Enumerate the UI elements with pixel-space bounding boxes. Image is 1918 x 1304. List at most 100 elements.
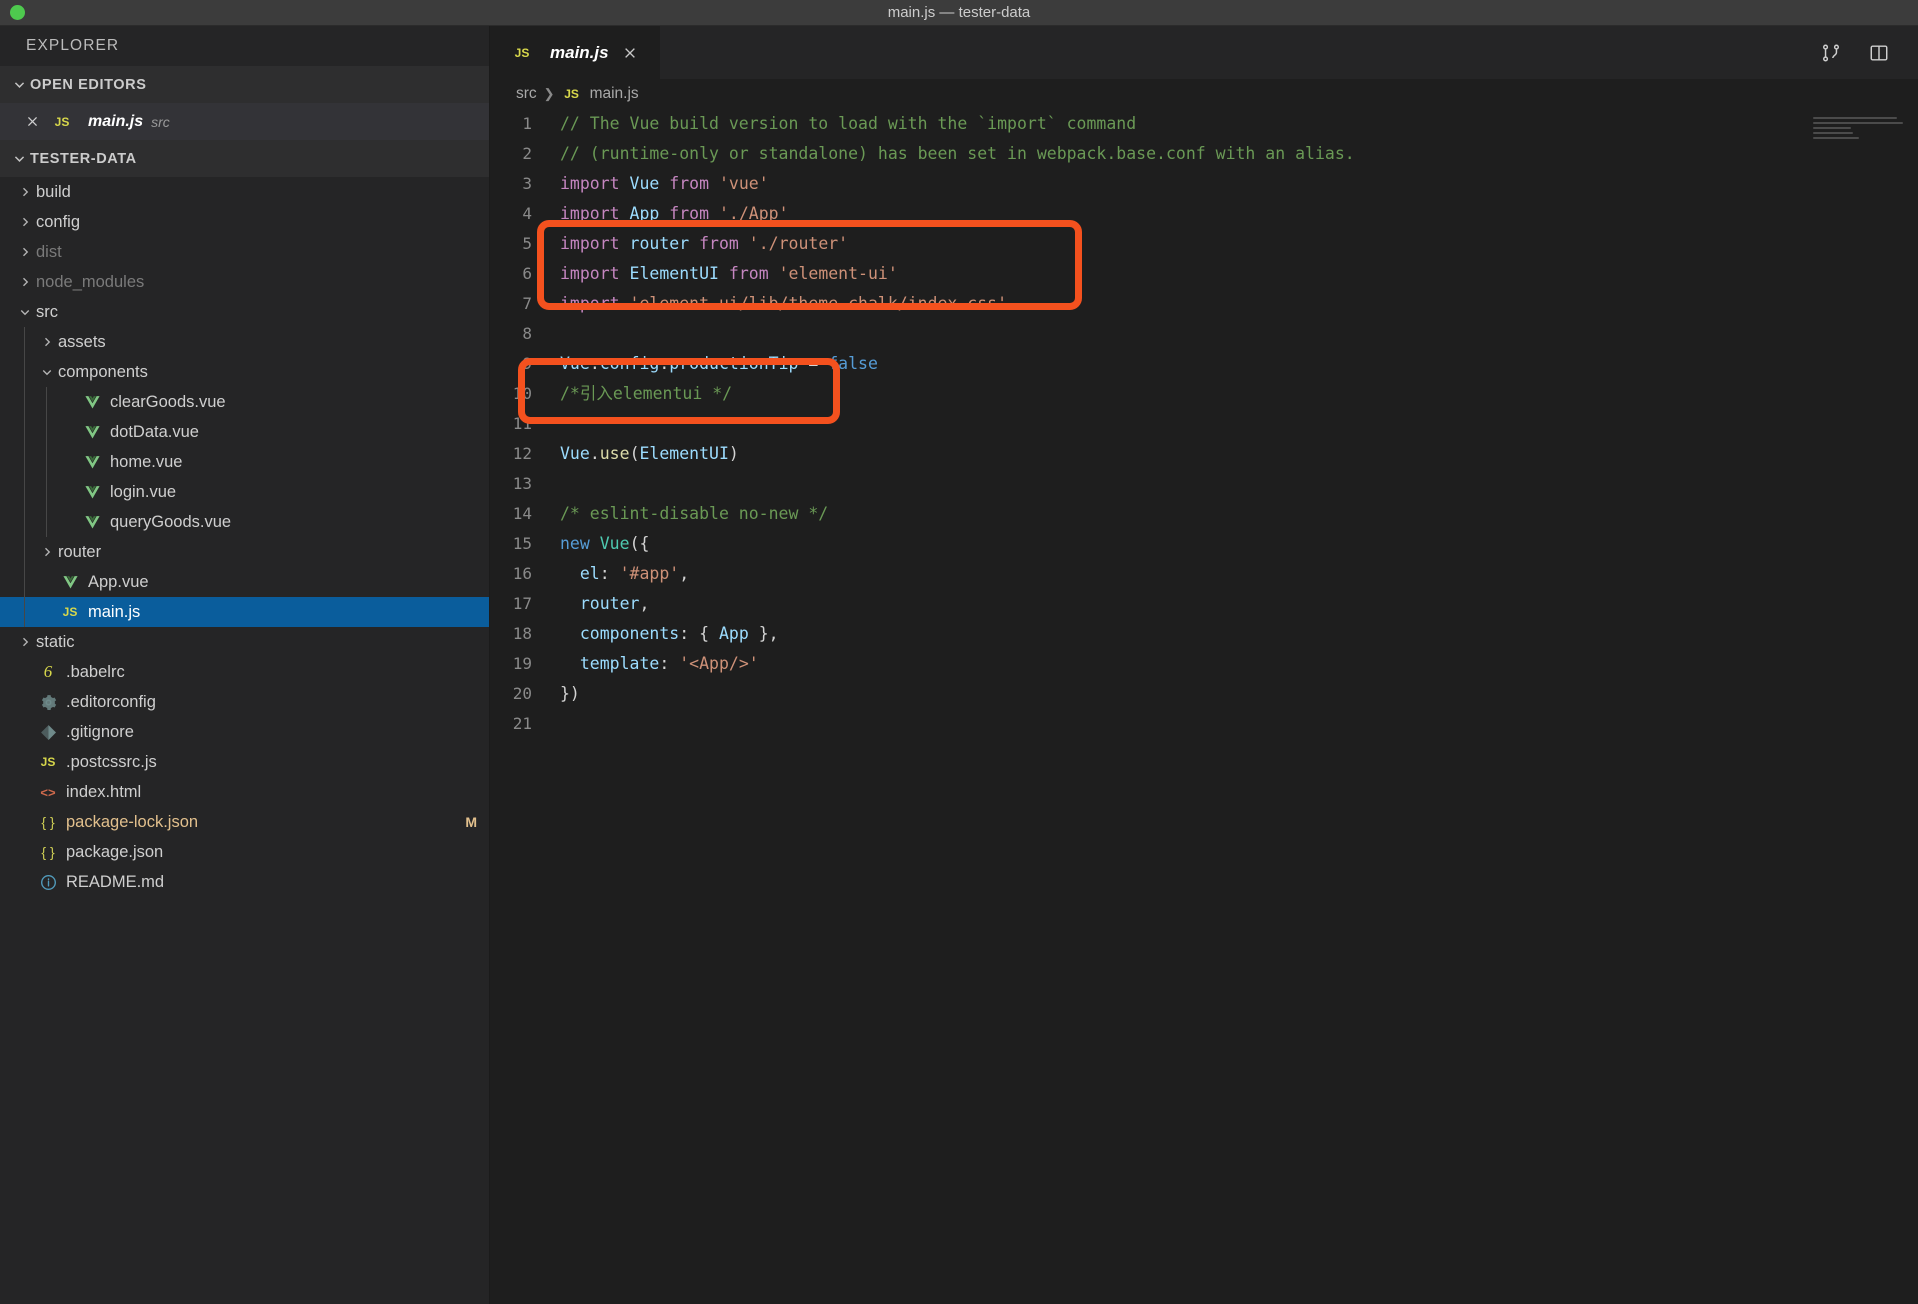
tree-folder-assets[interactable]: assets (0, 327, 489, 357)
tree-item-label: dotData.vue (110, 422, 199, 441)
tree-folder-dist[interactable]: dist (0, 237, 489, 267)
line-number: 18 (512, 624, 532, 643)
code-line: 5 import router from './router' (490, 229, 1918, 259)
tree-item-label: login.vue (110, 482, 177, 501)
maximize-window-button[interactable] (10, 5, 25, 20)
tree-folder-router[interactable]: router (0, 537, 489, 567)
indent-guide (24, 567, 25, 597)
tree-file-editorconfig[interactable]: .editorconfig (0, 687, 489, 717)
code-line: 14 /* eslint-disable no-new */ (490, 499, 1918, 529)
code-line: 18 components: { App }, (490, 619, 1918, 649)
line-content: // The Vue build version to load with th… (560, 114, 1137, 133)
line-content: import Vue from 'vue' (560, 174, 769, 193)
indent-guide (24, 417, 25, 447)
tree-folder-config[interactable]: config (0, 207, 489, 237)
tree-folder-build[interactable]: build (0, 177, 489, 207)
close-icon[interactable] (22, 112, 42, 132)
tree-item-label: build (36, 182, 71, 201)
close-icon[interactable] (619, 42, 641, 64)
js-icon: JS (514, 45, 530, 60)
js-icon: JS (54, 114, 70, 129)
section-workspace-root[interactable]: TESTER-DATA (0, 140, 489, 177)
line-number: 3 (522, 174, 532, 193)
tree-item-label: .editorconfig (66, 692, 156, 711)
line-number: 12 (512, 444, 532, 463)
tree-item-label: router (58, 542, 102, 561)
chevron-right-icon (14, 186, 36, 198)
open-editor-name: main.js (88, 112, 144, 130)
tree-file-index-html[interactable]: <> index.html (0, 777, 489, 807)
tree-folder-src[interactable]: src (0, 297, 489, 327)
line-number: 14 (512, 504, 532, 523)
tree-file-package-json[interactable]: { } package.json (0, 837, 489, 867)
line-content: /*引入elementui */ (560, 384, 733, 403)
open-editor-item-main-js[interactable]: JS main.js src (0, 103, 489, 140)
tree-file-home-vue[interactable]: home.vue (0, 447, 489, 477)
tree-file-readme-md[interactable]: README.md (0, 867, 489, 897)
code-editor[interactable]: 1 // The Vue build version to load with t… (490, 109, 1918, 1304)
section-open-editors[interactable]: OPEN EDITORS (0, 66, 489, 103)
line-content: Vue.config.productionTip = false (560, 354, 878, 373)
breadcrumb: src ❯ JS main.js (490, 79, 1918, 109)
code-line: 7 import 'element-ui/lib/theme-chalk/inde… (490, 289, 1918, 319)
open-editor-dir: src (151, 113, 170, 130)
line-number: 7 (522, 294, 532, 313)
breadcrumb-item-main-js[interactable]: JS main.js (562, 85, 638, 103)
code-line: 4 import App from './App' (490, 199, 1918, 229)
tree-item-label: .postcssrc.js (66, 752, 157, 771)
tree-file-main-js[interactable]: JS main.js (0, 597, 489, 627)
tree-item-label: .babelrc (66, 662, 125, 681)
breadcrumb-label: src (516, 85, 537, 102)
tree-file-app-vue[interactable]: App.vue (0, 567, 489, 597)
tree-file-package-lock-json[interactable]: { } package-lock.json M (0, 807, 489, 837)
tab-main-js[interactable]: JS main.js (490, 26, 660, 79)
tree-file-dotdata-vue[interactable]: dotData.vue (0, 417, 489, 447)
indent-guide (24, 597, 25, 627)
open-editors-list: JS main.js src (0, 103, 489, 140)
js-icon: JS (564, 87, 579, 101)
line-number: 16 (512, 564, 532, 583)
tree-file-gitignore[interactable]: .gitignore (0, 717, 489, 747)
tree-folder-components[interactable]: components (0, 357, 489, 387)
vue-icon (80, 394, 104, 411)
markdown-icon (36, 874, 60, 891)
tree-item-label: static (36, 632, 75, 651)
tree-file-babelrc[interactable]: 6 .babelrc (0, 657, 489, 687)
code-line: 17 router, (490, 589, 1918, 619)
tree-folder-node-modules[interactable]: node_modules (0, 267, 489, 297)
line-number: 6 (522, 264, 532, 283)
minimap[interactable] (1813, 117, 1908, 157)
line-number: 11 (512, 414, 532, 433)
tree-file-querygoods-vue[interactable]: queryGoods.vue (0, 507, 489, 537)
tree-file-cleargoods-vue[interactable]: clearGoods.vue (0, 387, 489, 417)
workbench: EXPLORER OPEN EDITORS JS main.js src TES… (0, 26, 1918, 1304)
tree-folder-static[interactable]: static (0, 627, 489, 657)
code-line: 11 (490, 409, 1918, 439)
line-number: 5 (522, 234, 532, 253)
line-content: new Vue({ (560, 534, 650, 553)
split-editor-icon[interactable] (1866, 40, 1892, 66)
code-line: 15 new Vue({ (490, 529, 1918, 559)
tree-item-label: queryGoods.vue (110, 512, 232, 531)
code-lines: 1 // The Vue build version to load with t… (490, 109, 1918, 739)
tree-file-login-vue[interactable]: login.vue (0, 477, 489, 507)
chevron-right-icon: ❯ (543, 86, 555, 101)
window-controls[interactable] (0, 5, 25, 20)
breadcrumb-item-src[interactable]: src (516, 85, 537, 103)
code-line: 1 // The Vue build version to load with t… (490, 109, 1918, 139)
line-number: 10 (512, 384, 532, 403)
editor-actions (1818, 26, 1918, 79)
tree-item-label: clearGoods.vue (110, 392, 226, 411)
indent-guide (46, 447, 47, 477)
line-number: 4 (522, 204, 532, 223)
split-compare-icon[interactable] (1818, 40, 1844, 66)
json-icon: { } (41, 814, 55, 830)
line-number: 15 (512, 534, 532, 553)
code-line: 8 (490, 319, 1918, 349)
gear-icon (36, 694, 60, 711)
tree-item-label: dist (36, 242, 62, 261)
chevron-down-icon (36, 366, 58, 378)
tree-file-postcssrc-js[interactable]: JS .postcssrc.js (0, 747, 489, 777)
js-icon: JS (40, 755, 56, 769)
code-line: 10 /*引入elementui */ (490, 379, 1918, 409)
